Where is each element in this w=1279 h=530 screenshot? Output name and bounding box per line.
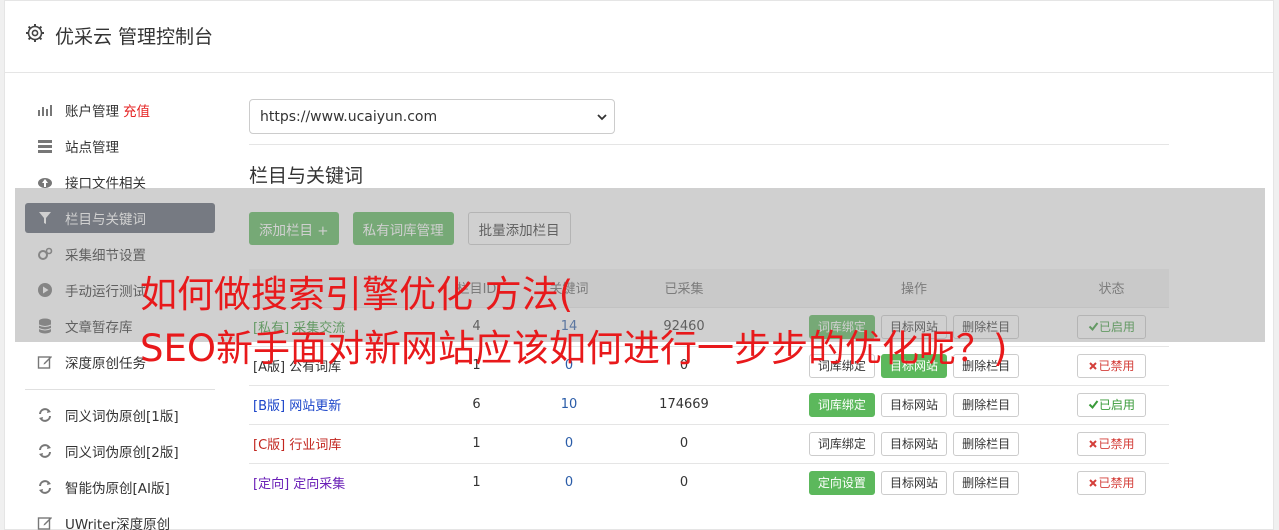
close-icon — [1089, 439, 1098, 448]
sidebar-item-label: 深度原创任务 — [65, 356, 146, 372]
sidebar-item-label: 账户管理 — [65, 104, 119, 120]
status-label: 已禁用 — [1098, 476, 1135, 491]
section-title: 栏目与关键词 — [249, 165, 364, 187]
overlay-title-line1: 如何做搜索引擎优化 方法( — [140, 273, 574, 316]
row-status: 已禁用 — [1054, 424, 1169, 463]
divider — [249, 144, 1169, 145]
status-label: 已启用 — [1098, 398, 1135, 412]
close-icon — [1089, 361, 1098, 370]
sidebar-divider — [25, 389, 215, 390]
row-status: 已启用 — [1054, 385, 1169, 424]
sidebar-item-ai-original[interactable]: 智能伪原创[AI版] — [25, 472, 215, 502]
sidebar-item-account[interactable]: 账户管理 充值 — [25, 95, 215, 125]
overlay-title: 如何做搜索引擎优化 方法( SEO新手面对新网站应该如何进行一步步的优化呢？) — [140, 268, 1007, 376]
refresh-icon — [37, 479, 53, 495]
row-actions: 词库绑定 目标网站 删除栏目 — [774, 424, 1054, 463]
collected-count: 0 — [679, 475, 689, 491]
header: 优采云 管理控制台 — [5, 1, 1273, 73]
sidebar-item-label: 同义词伪原创[2版] — [65, 445, 179, 461]
overlay-title-line2: SEO新手面对新网站应该如何进行一步步的优化呢？) — [140, 327, 1008, 370]
bar-chart-icon — [37, 102, 53, 118]
edit-icon — [37, 354, 53, 370]
server-icon — [37, 138, 53, 154]
check-icon — [1088, 400, 1099, 410]
table-row: [B版] 网站更新 6 10 174669 词库绑定 目标网站 删除栏目 已启用 — [249, 385, 1169, 424]
table-row: [定向] 定向采集 1 0 0 定向设置 目标网站 删除栏目 已禁用 — [249, 463, 1169, 502]
recharge-link[interactable]: 充值 — [123, 100, 150, 120]
keyword-count[interactable]: 0 — [544, 463, 594, 502]
delete-column-button[interactable]: 删除栏目 — [953, 392, 1020, 417]
bind-lib-button[interactable]: 词库绑定 — [808, 431, 875, 456]
gear-icon — [26, 24, 44, 42]
keyword-count[interactable]: 0 — [544, 424, 594, 463]
status-label: 已禁用 — [1098, 437, 1135, 451]
sidebar-item-sites[interactable]: 站点管理 — [25, 131, 215, 161]
status-label: 已禁用 — [1098, 359, 1135, 373]
sidebar-item-label: 同义词伪原创[1版] — [65, 409, 179, 425]
delete-column-button[interactable]: 删除栏目 — [953, 470, 1020, 495]
refresh-icon — [37, 407, 53, 423]
target-site-button[interactable]: 目标网站 — [880, 470, 947, 495]
directed-settings-button[interactable]: 定向设置 — [808, 470, 875, 495]
status-toggle[interactable]: 已禁用 — [1077, 470, 1146, 495]
status-toggle[interactable]: 已禁用 — [1077, 431, 1146, 456]
column-id: 1 — [472, 436, 481, 451]
row-status: 已禁用 — [1054, 346, 1169, 385]
sidebar-item-synonym-v2[interactable]: 同义词伪原创[2版] — [25, 436, 215, 466]
site-select-value: https://www.ucaiyun.com — [260, 108, 438, 125]
column-id: 1 — [472, 475, 481, 491]
column-name-link[interactable]: [B版] 网站更新 — [249, 385, 409, 424]
column-name-link[interactable]: [C版] 行业词库 — [249, 424, 409, 463]
keyword-count[interactable]: 10 — [544, 385, 594, 424]
row-status: 已禁用 — [1054, 463, 1169, 502]
target-site-button[interactable]: 目标网站 — [880, 431, 947, 456]
page-title: 优采云 管理控制台 — [55, 26, 214, 48]
sidebar-item-synonym-v1[interactable]: 同义词伪原创[1版] — [25, 400, 215, 430]
row-actions: 定向设置 目标网站 删除栏目 — [774, 463, 1054, 502]
edit-icon — [37, 515, 53, 530]
target-site-button[interactable]: 目标网站 — [880, 392, 947, 417]
chevron-down-icon — [597, 114, 607, 121]
column-id: 6 — [472, 397, 481, 412]
collected-count: 174669 — [659, 397, 709, 412]
collected-count: 0 — [679, 436, 689, 451]
status-toggle[interactable]: 已启用 — [1076, 392, 1146, 417]
refresh-icon — [37, 443, 53, 459]
table-row: [C版] 行业词库 1 0 0 词库绑定 目标网站 删除栏目 已禁用 — [249, 424, 1169, 463]
site-select[interactable]: https://www.ucaiyun.com — [249, 99, 615, 134]
sidebar-item-uwriter[interactable]: UWriter深度原创 — [25, 508, 215, 530]
row-actions: 词库绑定 目标网站 删除栏目 — [774, 385, 1054, 424]
sidebar-item-label: 站点管理 — [65, 140, 119, 156]
sidebar-item-label: 智能伪原创[AI版] — [65, 481, 170, 497]
sidebar-item-label: UWriter深度原创 — [65, 517, 171, 530]
close-icon — [1089, 479, 1098, 487]
status-toggle[interactable]: 已禁用 — [1077, 353, 1146, 378]
column-name-link[interactable]: [定向] 定向采集 — [249, 463, 409, 502]
bind-lib-button[interactable]: 词库绑定 — [808, 392, 875, 417]
delete-column-button[interactable]: 删除栏目 — [953, 431, 1020, 456]
